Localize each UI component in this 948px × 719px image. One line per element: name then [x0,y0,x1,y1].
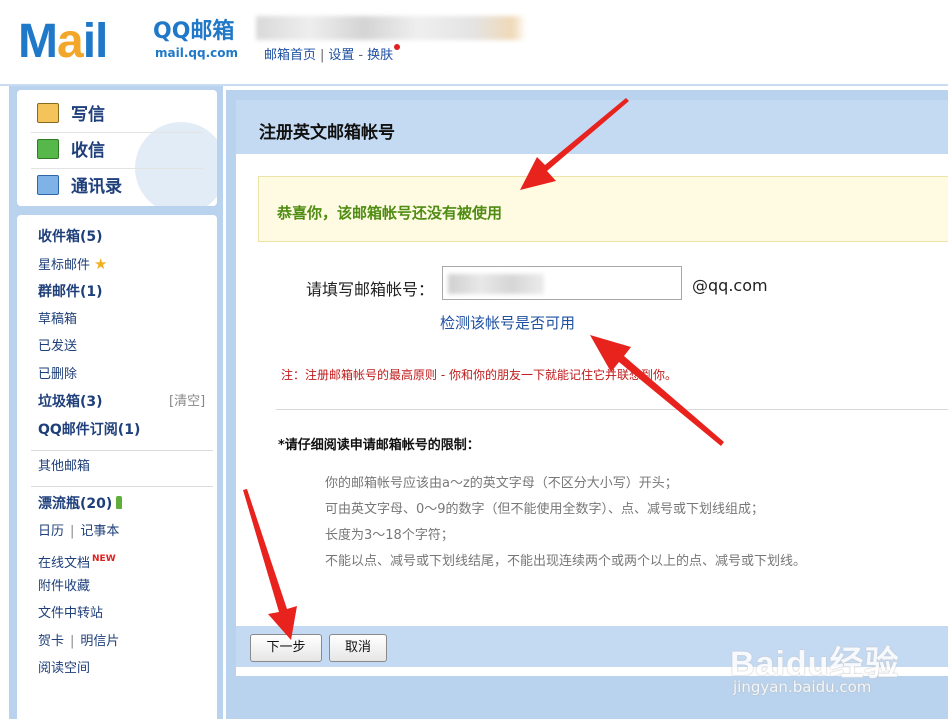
left-sidebar: 写信 收信 通讯录 收件箱(5) 星标邮件 ★ 群邮件(1) 草稿箱 已发送 已删… [9,86,223,719]
notification-dot-icon [394,44,401,50]
logo-letter-l: l [95,15,108,68]
account-input[interactable] [442,266,682,300]
write-mail-label: 写信 [71,105,105,125]
nav-separator: | [320,48,325,63]
online-docs-label: 在线文档 [38,556,91,571]
quick-divider [31,132,203,133]
logo-letter-a: a [56,15,84,68]
pencil-paper-icon [37,103,59,123]
calendar-link[interactable]: 日历 [38,524,64,539]
spam-clear-link[interactable]: [清空] [169,390,205,409]
drift-bottle-label: 漂流瓶(20) [38,496,113,512]
cards-row: 贺卡 | 明信片 [38,632,119,652]
folder-drafts[interactable]: 草稿箱 [38,310,77,330]
folder-subscriptions[interactable]: QQ邮件订阅(1) [38,420,140,440]
download-tray-icon [37,139,59,159]
contacts-label: 通讯录 [71,177,122,197]
top-nav: 邮箱首页 | 设置 - 换肤 [264,44,401,63]
mail-logo[interactable]: Mail [18,14,108,70]
folder-group-mail[interactable]: 群邮件(1) [38,282,103,302]
logo-qq-text: QQ邮箱 [153,19,235,44]
watermark-site-text: jingyan.baidu.com [733,678,872,696]
check-availability-link[interactable]: 检测该帐号是否可用 [440,312,575,333]
naming-principle-note: 注：注册邮箱帐号的最高原则 - 你和你的朋友一下就能记住它并联想到你。 [281,368,677,382]
quick-actions-panel: 写信 收信 通讯录 [17,90,217,206]
account-label: 请填写邮箱帐号： [306,280,435,299]
folder-divider [31,450,213,451]
folder-list: 收件箱(5) 星标邮件 ★ 群邮件(1) 草稿箱 已发送 已删除 垃圾箱(3) [… [17,215,217,719]
receive-mail-label: 收信 [71,141,105,161]
contact-card-icon [37,175,59,195]
cancel-button[interactable]: 取消 [329,634,387,662]
receive-mail-button[interactable]: 收信 [37,136,105,166]
attachments-link[interactable]: 附件收藏 [38,577,90,597]
availability-notice-text: 恭喜你，该邮箱帐号还没有被使用 [277,204,503,222]
qq-penguin-watermark-icon [135,122,217,206]
panel-titlebar: 注册英文邮箱帐号 [236,100,948,154]
section-divider [276,409,948,410]
rule-item: 可由英文字母、0～9的数字（但不能使用全数字）、点、减号或下划线组成； [325,502,765,517]
star-icon: ★ [94,255,108,273]
nav-separator: - [358,48,364,63]
bottle-icon [116,496,123,509]
write-mail-button[interactable]: 写信 [37,100,105,130]
folder-inbox[interactable]: 收件箱(5) [38,227,103,247]
file-transfer-link[interactable]: 文件中转站 [38,604,103,624]
nav-mail-home-link[interactable]: 邮箱首页 [264,48,316,63]
folder-divider [31,486,213,487]
logo-letter-i: i [82,15,96,68]
postcard-link[interactable]: 明信片 [80,634,119,649]
folder-starred[interactable]: 星标邮件 ★ [38,254,107,274]
logo-url-text: mail.qq.com [155,46,238,60]
logo-letter-m: M [18,15,58,68]
link-separator: | [70,524,75,539]
folder-spam[interactable]: 垃圾箱(3) [38,392,103,412]
blurred-username [256,16,526,40]
main-wrapper: 注册英文邮箱帐号 恭喜你，该邮箱帐号还没有被使用 请填写邮箱帐号： @qq.co… [226,90,948,719]
notes-link[interactable]: 记事本 [80,524,119,539]
new-badge: NEW [92,554,116,564]
reading-space-link[interactable]: 阅读空间 [38,659,90,679]
calendar-notes-row: 日历 | 记事本 [38,522,119,542]
nav-settings-link[interactable]: 设置 [328,48,354,63]
folder-other-mailboxes[interactable]: 其他邮箱 [38,457,90,477]
account-domain-suffix: @qq.com [692,276,768,295]
folder-deleted[interactable]: 已删除 [38,365,77,385]
rule-item: 长度为3～18个字符； [325,528,454,543]
nav-skin-link[interactable]: 换肤 [367,48,393,63]
next-step-button[interactable]: 下一步 [250,634,322,662]
page-title: 注册英文邮箱帐号 [259,123,395,143]
rule-item: 不能以点、减号或下划线结尾，不能出现连续两个或两个以上的点、减号或下划线。 [325,554,807,569]
folder-sent[interactable]: 已发送 [38,337,77,357]
folder-drift-bottle[interactable]: 漂流瓶(20) [38,494,123,514]
contacts-button[interactable]: 通讯录 [37,172,122,202]
availability-notice: 恭喜你，该邮箱帐号还没有被使用 [258,176,948,242]
folder-starred-label: 星标邮件 [38,258,91,273]
quick-divider [31,168,203,169]
greeting-card-link[interactable]: 贺卡 [38,634,64,649]
header: Mail QQ邮箱 mail.qq.com 邮箱首页 | 设置 - 换肤 [0,0,948,86]
rules-title: *请仔细阅读申请邮箱帐号的限制： [278,438,480,453]
online-docs-link[interactable]: 在线文档 NEW [38,549,116,571]
rule-item: 你的邮箱帐号应该由a～z的英文字母（不区分大小写）开头； [325,476,678,491]
register-panel: 注册英文邮箱帐号 恭喜你，该邮箱帐号还没有被使用 请填写邮箱帐号： @qq.co… [236,100,948,676]
link-separator: | [70,634,75,649]
